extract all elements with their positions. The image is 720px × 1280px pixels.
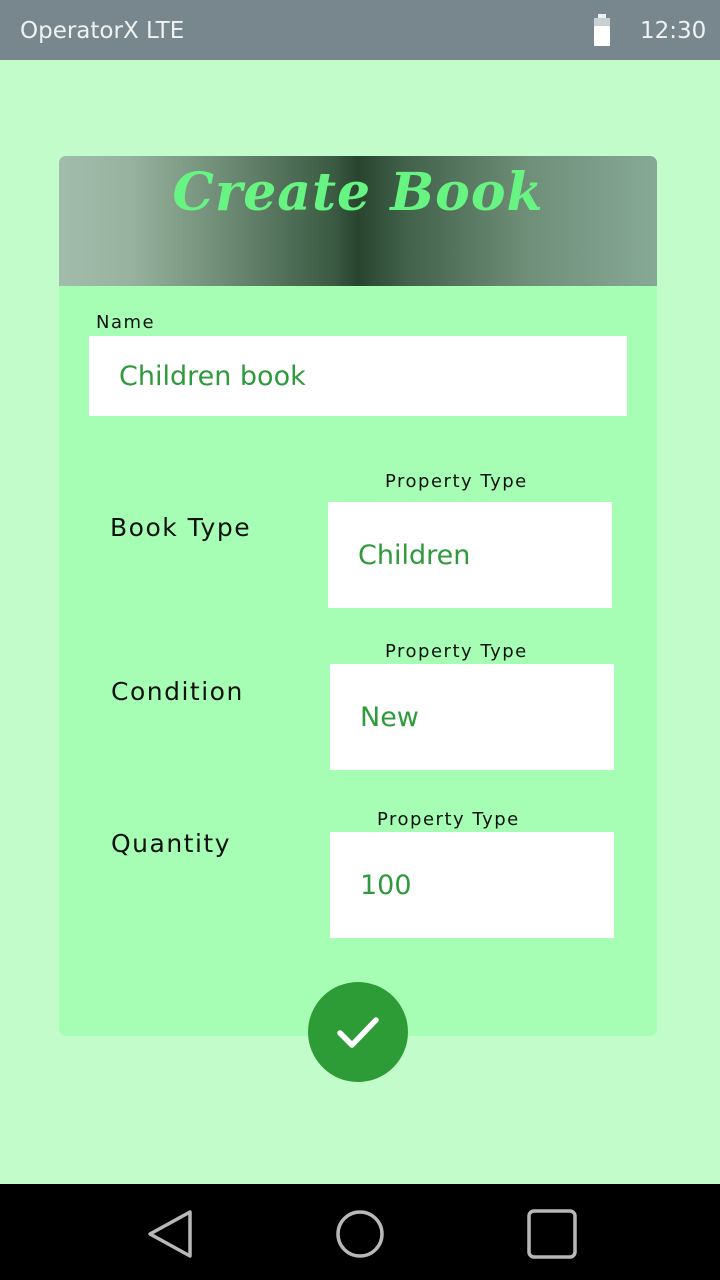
name-field[interactable]: [89, 336, 627, 416]
condition-caption: Property Type: [385, 641, 528, 662]
quantity-caption: Property Type: [377, 809, 520, 830]
quantity-label: Quantity: [111, 829, 232, 858]
status-bar: OperatorX LTE 12:30: [0, 0, 720, 60]
book-type-field[interactable]: [328, 502, 612, 608]
navigation-bar: [0, 1184, 720, 1280]
name-label: Name: [96, 312, 156, 333]
carrier-label: OperatorX LTE: [20, 18, 185, 44]
home-circle-icon[interactable]: [332, 1206, 388, 1262]
condition-label: Condition: [111, 677, 244, 706]
page-title: Create Book: [172, 162, 544, 223]
card-header: Create Book: [59, 156, 657, 286]
book-type-label: Book Type: [110, 513, 252, 542]
book-type-caption: Property Type: [385, 471, 528, 492]
clock: 12:30: [640, 18, 707, 44]
submit-button[interactable]: [308, 982, 408, 1082]
checkmark-icon: [337, 1017, 379, 1048]
quantity-field[interactable]: [330, 832, 614, 938]
recents-square-icon[interactable]: [524, 1206, 580, 1262]
condition-field[interactable]: [330, 664, 614, 770]
create-book-card: Create Book Name Book Type Property Type…: [59, 156, 657, 1036]
battery-icon: [594, 14, 610, 46]
back-triangle-icon[interactable]: [142, 1206, 198, 1262]
